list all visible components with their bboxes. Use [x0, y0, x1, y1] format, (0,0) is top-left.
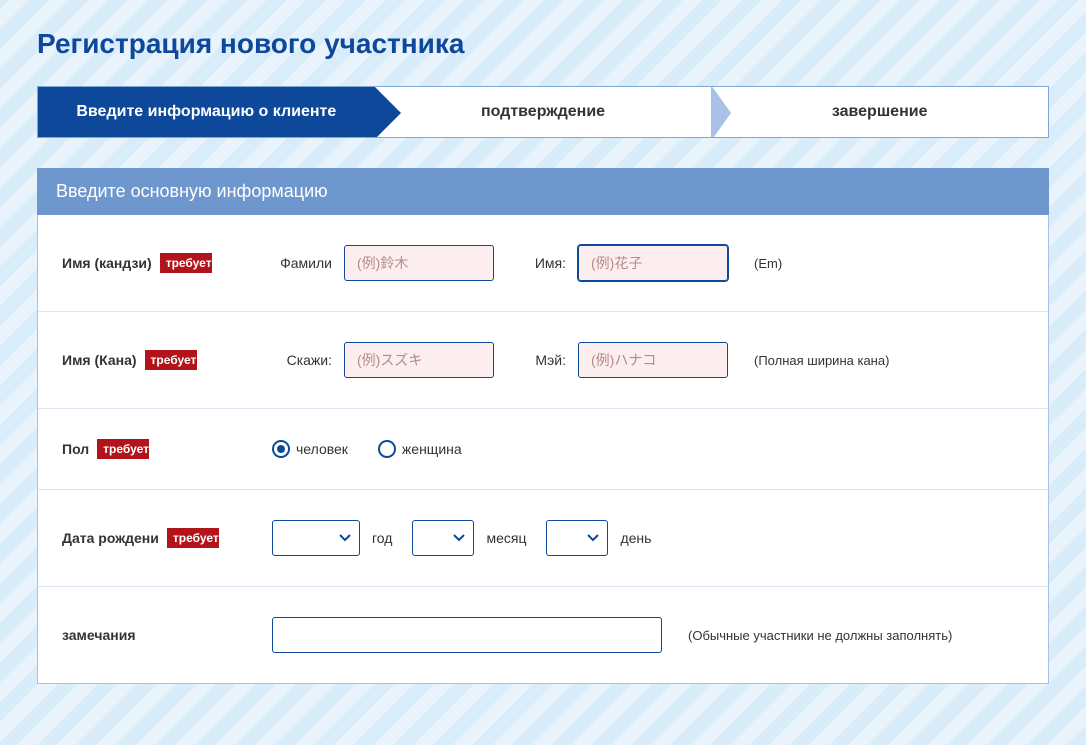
required-badge: требует — [160, 253, 212, 273]
gender-female-label: женщина — [402, 441, 462, 457]
step-client-info: Введите информацию о клиенте — [38, 87, 375, 137]
family-name-label: Фамили — [272, 255, 332, 271]
row-gender: Пол требует человек женщина — [38, 409, 1048, 490]
remarks-label: замечания — [62, 627, 136, 643]
row-birthdate: Дата рождени требует год месяц день — [38, 490, 1048, 587]
required-badge: требует — [145, 350, 197, 370]
family-name-kana-input[interactable] — [344, 342, 494, 378]
remarks-input[interactable] — [272, 617, 662, 653]
basic-info-fieldset: Имя (кандзи) требует Фамили Имя: (Em) Им… — [37, 215, 1049, 684]
page-title: Регистрация нового участника — [37, 20, 1049, 68]
given-name-kana-input[interactable] — [578, 342, 728, 378]
step-confirm: подтверждение — [375, 87, 712, 137]
gender-male-label: человек — [296, 441, 348, 457]
name-kana-hint: (Полная ширина кана) — [754, 353, 889, 368]
family-name-kana-label: Скажи: — [272, 352, 332, 368]
year-unit: год — [372, 530, 392, 546]
row-name-kanji: Имя (кандзи) требует Фамили Имя: (Em) — [38, 215, 1048, 312]
name-kanji-label: Имя (кандзи) — [62, 255, 152, 271]
row-name-kana: Имя (Кана) требует Скажи: Мэй: (Полная ш… — [38, 312, 1048, 409]
radio-icon — [272, 440, 290, 458]
birth-day-select[interactable] — [546, 520, 608, 556]
birth-year-select[interactable] — [272, 520, 360, 556]
remarks-hint: (Обычные участники не должны заполнять) — [688, 628, 952, 643]
month-unit: месяц — [486, 530, 526, 546]
step-complete: завершение — [711, 87, 1048, 137]
section-header: Введите основную информацию — [37, 168, 1049, 215]
row-remarks: замечания (Обычные участники не должны з… — [38, 587, 1048, 683]
birth-month-select[interactable] — [412, 520, 474, 556]
name-kana-label: Имя (Кана) — [62, 352, 137, 368]
gender-female-radio[interactable]: женщина — [378, 440, 462, 458]
radio-icon — [378, 440, 396, 458]
gender-label: Пол — [62, 441, 89, 457]
given-name-kana-label: Мэй: — [506, 352, 566, 368]
required-badge: требует — [167, 528, 219, 548]
gender-male-radio[interactable]: человек — [272, 440, 348, 458]
step-label: завершение — [832, 103, 928, 121]
stepper: Введите информацию о клиенте подтвержден… — [37, 86, 1049, 138]
step-label: подтверждение — [481, 103, 605, 121]
required-badge: требует — [97, 439, 149, 459]
day-unit: день — [620, 530, 651, 546]
step-label: Введите информацию о клиенте — [76, 103, 336, 121]
step-separator — [711, 86, 731, 138]
birthdate-label: Дата рождени — [62, 530, 159, 546]
name-kanji-hint: (Em) — [754, 256, 782, 271]
given-name-label: Имя: — [506, 255, 566, 271]
given-name-kanji-input[interactable] — [578, 245, 728, 281]
family-name-kanji-input[interactable] — [344, 245, 494, 281]
